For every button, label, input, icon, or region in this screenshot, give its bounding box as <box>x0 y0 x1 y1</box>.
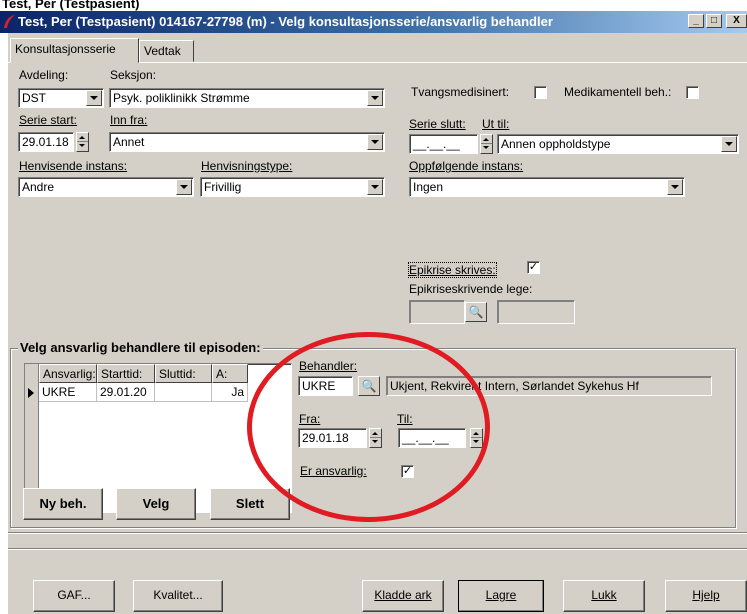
inn-fra-value: Annet <box>113 135 145 149</box>
serie-start-value: 29.01.18 <box>22 135 69 149</box>
oppfolgende-select[interactable]: Ingen <box>409 177 685 197</box>
medikamentell-checkbox[interactable] <box>686 86 699 99</box>
col-sluttid[interactable]: Sluttid: <box>155 364 212 383</box>
lukk-button[interactable]: Lukk <box>563 580 645 612</box>
serie-start-input[interactable]: 29.01.18 <box>18 132 74 152</box>
inn-fra-label: Inn fra: <box>110 113 148 127</box>
ansvarlig-group-title: Velg ansvarlig behandlere til episoden: <box>18 340 263 355</box>
title-bar[interactable]: Test, Per (Testpasient) 014167-27798 (m)… <box>0 11 747 33</box>
epikrise-checkbox[interactable]: ✓ <box>527 261 540 274</box>
cell-starttid[interactable]: 29.01.20 <box>97 383 155 402</box>
cropped-heading-text: Test, Per (Testpasient) <box>2 0 140 11</box>
inn-fra-dropdown-icon[interactable] <box>367 134 383 150</box>
cell-sluttid[interactable] <box>155 383 212 402</box>
serie-start-spinner[interactable] <box>76 132 89 152</box>
cell-a[interactable]: Ja <box>212 383 248 402</box>
app-red-swoosh-icon <box>4 15 15 28</box>
binoculars-icon[interactable]: 🔍 <box>465 302 487 322</box>
henvisningstype-dropdown-icon[interactable] <box>367 179 383 195</box>
epikriselege-label: Epikriseskrivende lege: <box>409 282 533 296</box>
annotation-red-circle <box>247 332 490 522</box>
minimize-button[interactable]: _ <box>688 14 704 28</box>
lagre-button[interactable]: Lagre <box>458 580 544 612</box>
henvisningstype-label: Henvisningstype: <box>201 159 293 173</box>
tvangsmedisinert-checkbox[interactable] <box>534 86 547 99</box>
henvisende-label: Henvisende instans: <box>19 159 128 173</box>
col-starttid[interactable]: Starttid: <box>97 364 155 383</box>
maximize-button[interactable]: □ <box>706 14 722 28</box>
separator-upper <box>8 532 747 534</box>
medikamentell-label: Medikamentell beh.: <box>564 85 672 99</box>
hjelp-button[interactable]: Hjelp <box>665 580 747 612</box>
serie-slutt-label: Serie slutt: <box>409 117 466 131</box>
serie-slutt-input[interactable]: __.__.__ <box>409 134 478 154</box>
epikriselege-name-input[interactable] <box>497 300 575 324</box>
seksjon-value: Psyk. poliklinikk Strømme <box>113 91 250 105</box>
col-ansvarlig[interactable]: Ansvarlig: <box>39 364 97 383</box>
ny-beh-button[interactable]: Ny beh. <box>23 488 103 520</box>
serie-start-label: Serie start: <box>19 113 78 127</box>
avdeling-label: Avdeling: <box>19 68 69 82</box>
left-edge-strip <box>0 33 8 614</box>
epikriselege-code-input[interactable] <box>409 300 465 324</box>
seksjon-label: Seksjon: <box>110 68 157 82</box>
tab-vedtak[interactable]: Vedtak <box>139 40 194 62</box>
col-a[interactable]: A: <box>212 364 248 383</box>
avdeling-dropdown-icon[interactable] <box>86 90 102 106</box>
henvisningstype-select[interactable]: Frivillig <box>200 177 385 197</box>
oppfolgende-label: Oppfølgende instans: <box>409 159 524 173</box>
tab-konsultasjonsserie[interactable]: Konsultasjonsserie <box>10 38 139 63</box>
seksjon-dropdown-icon[interactable] <box>367 90 383 106</box>
tvangsmedisinert-label: Tvangsmedisinert: <box>411 85 510 99</box>
avdeling-value: DST <box>22 91 46 105</box>
gaf-button[interactable]: GAF... <box>33 580 115 612</box>
current-row-arrow-icon <box>28 388 34 398</box>
kvalitet-button[interactable]: Kvalitet... <box>133 580 223 612</box>
oppfolgende-dropdown-icon[interactable] <box>667 179 683 195</box>
ut-til-label: Ut til: <box>482 117 510 131</box>
ut-til-value: Annen oppholdstype <box>501 137 611 151</box>
slett-button[interactable]: Slett <box>210 488 290 520</box>
seksjon-select[interactable]: Psyk. poliklinikk Strømme <box>109 88 385 108</box>
cropped-heading: Test, Per (Testpasient) <box>0 0 747 11</box>
inn-fra-select[interactable]: Annet <box>109 132 385 152</box>
cell-ansvarlig[interactable]: UKRE <box>39 383 97 402</box>
velg-button[interactable]: Velg <box>116 488 196 520</box>
henvisende-dropdown-icon[interactable] <box>176 179 192 195</box>
close-button[interactable]: X <box>726 14 747 28</box>
serie-slutt-value: __.__.__ <box>413 137 460 151</box>
epikrise-label: Epikrise skrives: <box>408 262 497 278</box>
serie-slutt-spinner[interactable] <box>480 134 493 154</box>
separator-lower <box>8 548 747 550</box>
ut-til-dropdown-icon[interactable] <box>721 136 737 152</box>
kladde-ark-button[interactable]: Kladde ark <box>362 580 444 612</box>
henvisningstype-value: Frivillig <box>204 180 242 194</box>
oppfolgende-value: Ingen <box>413 180 444 194</box>
henvisende-value: Andre <box>22 180 55 194</box>
window-title: Test, Per (Testpasient) 014167-27798 (m)… <box>18 14 553 29</box>
ut-til-select[interactable]: Annen oppholdstype <box>497 134 739 154</box>
henvisende-select[interactable]: Andre <box>18 177 194 197</box>
